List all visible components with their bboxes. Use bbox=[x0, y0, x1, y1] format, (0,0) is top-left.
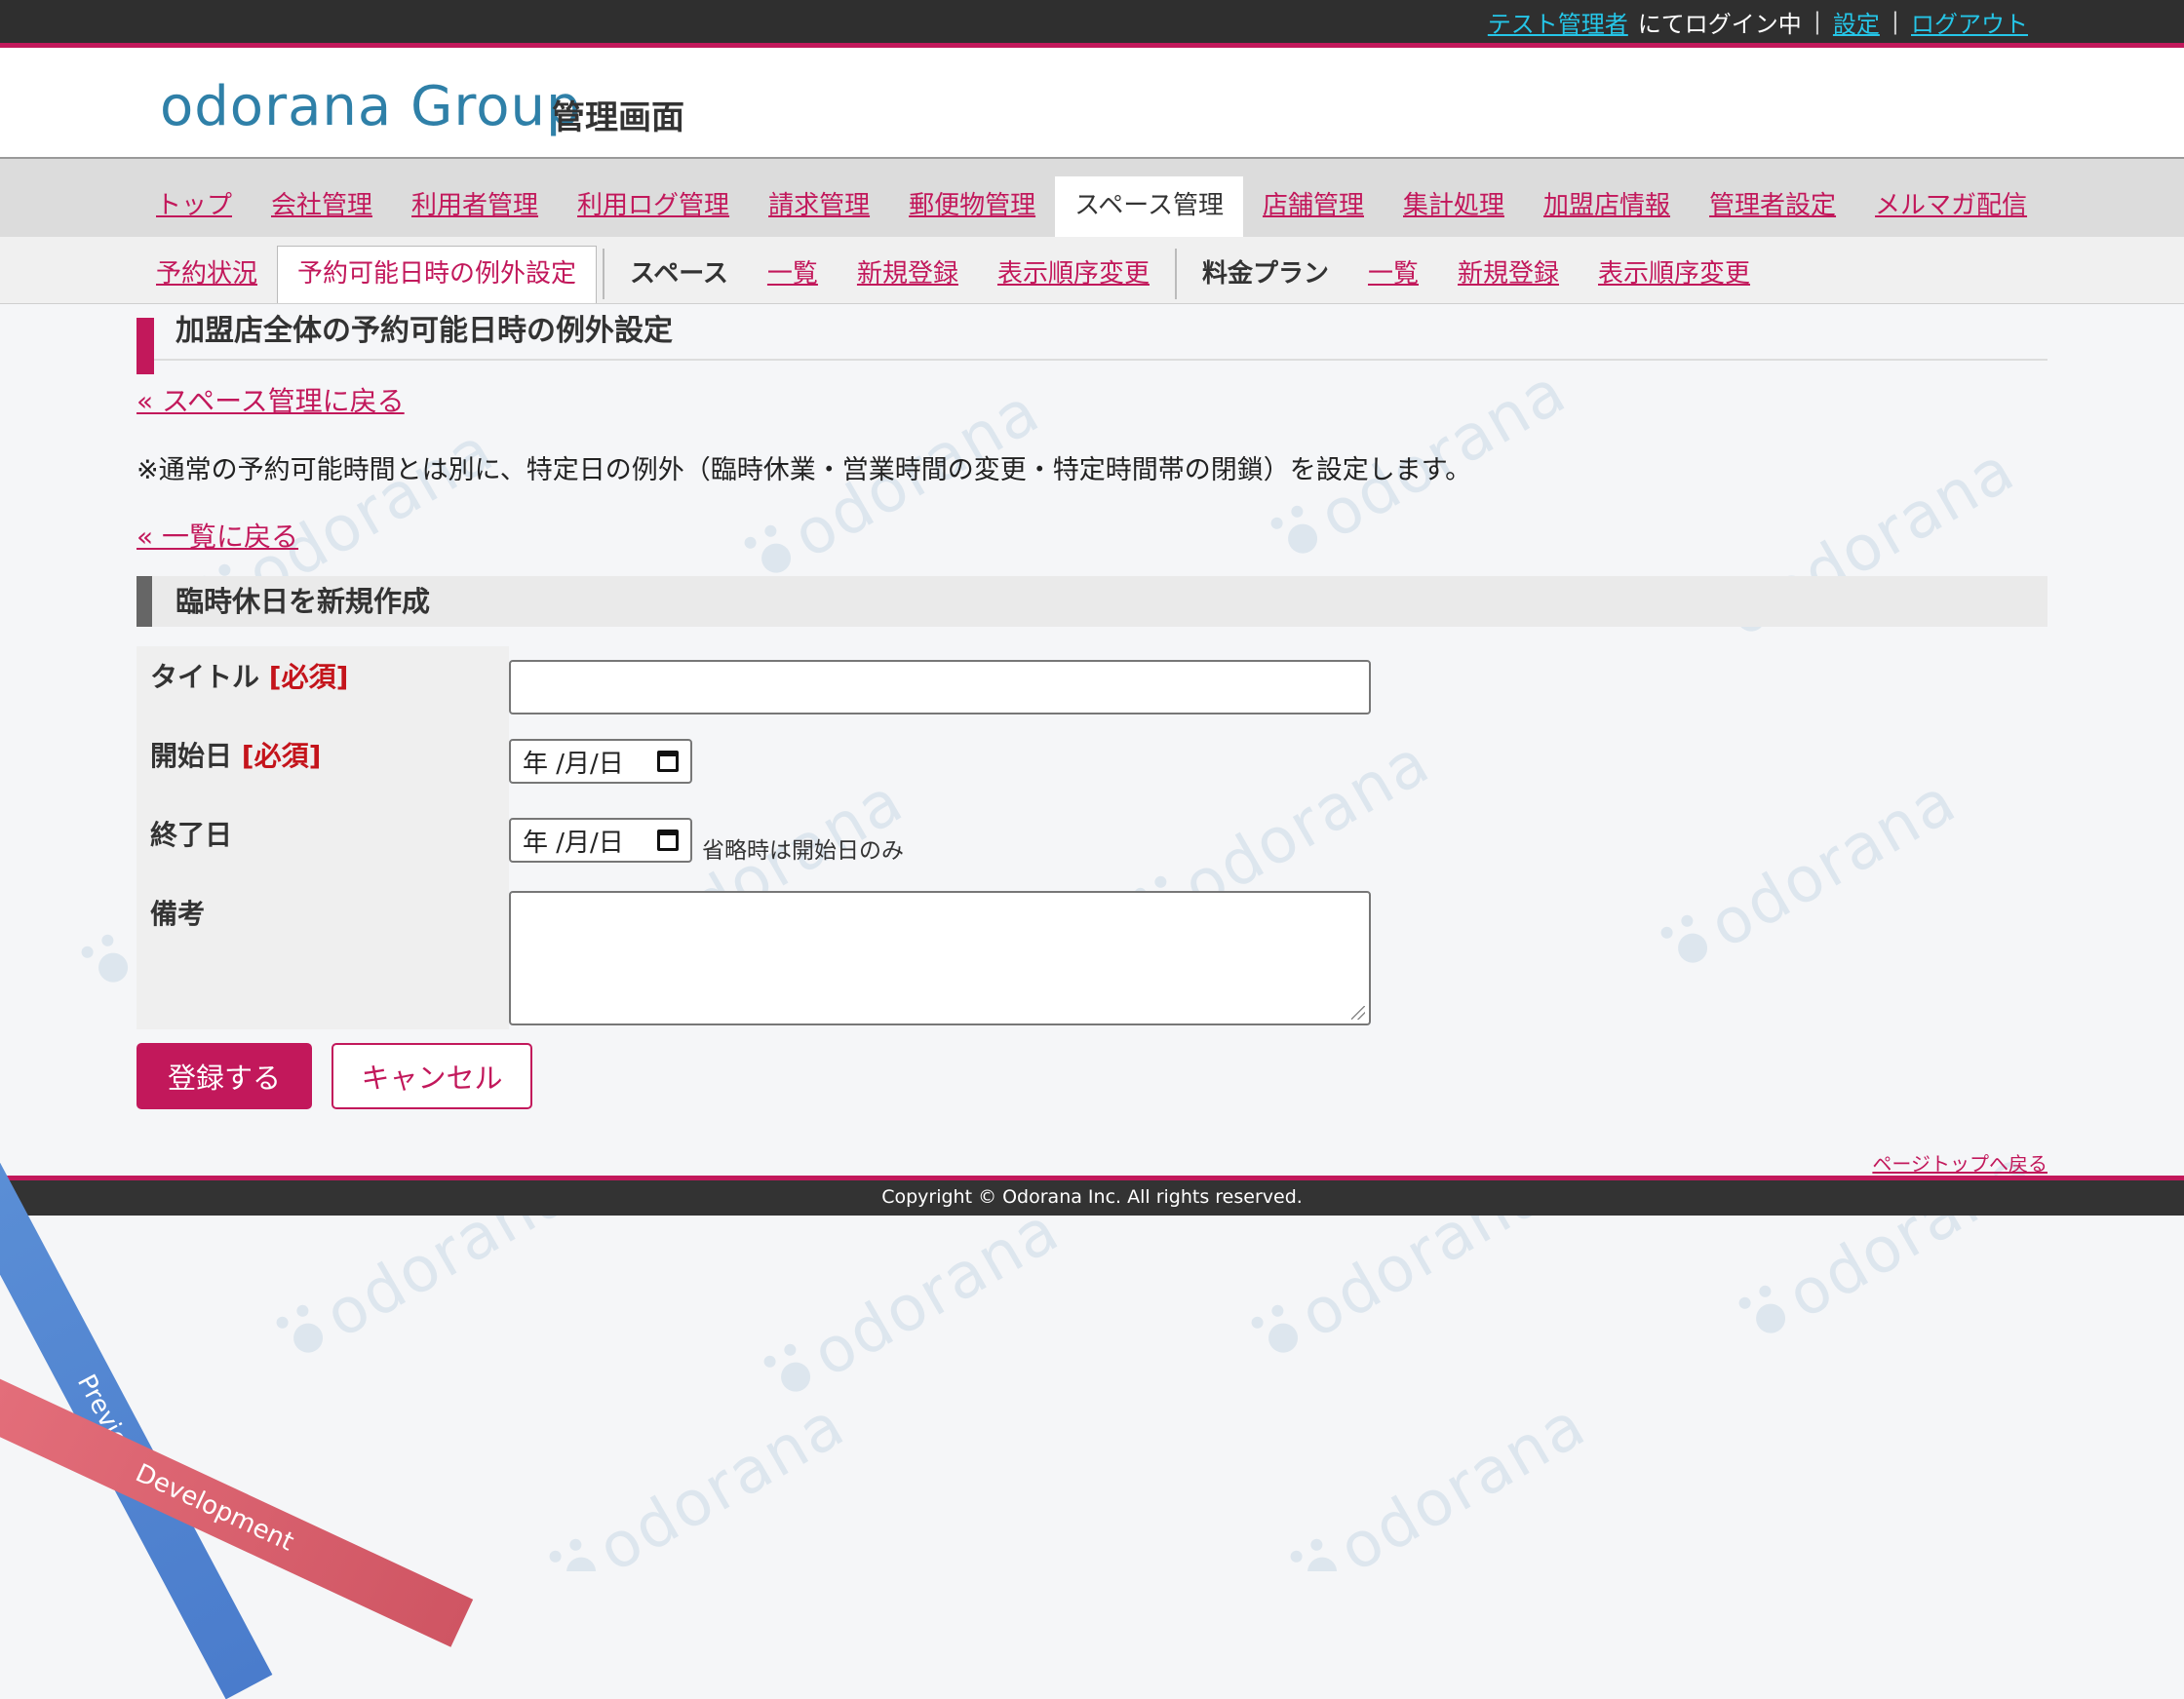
title-input[interactable] bbox=[509, 660, 1371, 714]
title-label: タイトル [必須] bbox=[136, 646, 509, 725]
end-date-placeholder: 年 /月/日 bbox=[523, 828, 624, 858]
subnav-space-list[interactable]: 一覧 bbox=[748, 254, 838, 303]
subnav-plan-order[interactable]: 表示順序変更 bbox=[1579, 254, 1770, 303]
divider bbox=[603, 249, 605, 299]
start-date-label: 開始日 [必須] bbox=[136, 725, 509, 804]
title-label-text: タイトル bbox=[150, 661, 260, 693]
start-date-input[interactable]: 年 /月/日 bbox=[509, 739, 692, 784]
sub-nav: 予約状況 予約可能日時の例外設定 スペース 一覧 新規登録 表示順序変更 料金プ… bbox=[0, 237, 2184, 304]
subnav-plan-list[interactable]: 一覧 bbox=[1348, 254, 1438, 303]
main-nav: トップ 会社管理 利用者管理 利用ログ管理 請求管理 郵便物管理 スペース管理 … bbox=[0, 159, 2184, 237]
copyright: Copyright © Odorana Inc. All rights rese… bbox=[881, 1186, 1303, 1208]
create-holiday-form: タイトル [必須] 開始日 [必須] 終了日 備考 年 /月/日 年 /月/日 … bbox=[136, 646, 2048, 1029]
calendar-icon[interactable] bbox=[657, 830, 679, 851]
top-bar: テスト管理者 にてログイン中 | 設定 | ログアウト bbox=[0, 0, 2184, 48]
paw-icon bbox=[1263, 1318, 1304, 1359]
nav-admin-settings[interactable]: 管理者設定 bbox=[1690, 186, 1855, 237]
start-label-text: 開始日 bbox=[150, 740, 233, 772]
form-buttons: 登録する キャンセル bbox=[136, 1043, 2048, 1109]
page-title: 加盟店全体の予約可能日時の例外設定 bbox=[136, 302, 2048, 374]
nav-top[interactable]: トップ bbox=[136, 186, 252, 237]
nav-mail[interactable]: 郵便物管理 bbox=[889, 186, 1055, 237]
start-date-row: 年 /月/日 bbox=[509, 725, 2048, 804]
paw-icon bbox=[561, 1552, 602, 1571]
description-note: ※通常の予約可能時間とは別に、特定日の例外（臨時休業・営業時間の変更・特定時間帯… bbox=[136, 455, 1472, 485]
separator: | bbox=[1813, 8, 1821, 35]
section-title: 臨時休日を新規作成 bbox=[136, 576, 2048, 627]
nav-billing[interactable]: 請求管理 bbox=[749, 186, 889, 237]
divider bbox=[1174, 249, 1177, 299]
cancel-button[interactable]: キャンセル bbox=[332, 1043, 532, 1109]
paw-icon bbox=[288, 1318, 329, 1359]
footer: Copyright © Odorana Inc. All rights rese… bbox=[0, 1176, 2184, 1216]
logged-in-text: にてログイン中 bbox=[1637, 10, 1802, 38]
watermark: odorana bbox=[763, 1193, 1072, 1412]
settings-link[interactable]: 設定 bbox=[1833, 5, 1880, 39]
nav-member-info[interactable]: 加盟店情報 bbox=[1524, 186, 1690, 237]
logo[interactable]: odorana Group bbox=[160, 75, 582, 138]
required-badge: [必須] bbox=[241, 740, 322, 772]
subnav-space-label: スペース bbox=[630, 259, 728, 289]
user-link[interactable]: テスト管理者 bbox=[1488, 5, 1628, 39]
calendar-icon[interactable] bbox=[657, 751, 679, 772]
end-date-row: 年 /月/日 省略時は開始日のみ bbox=[509, 804, 2048, 883]
subnav-plan-label: 料金プラン bbox=[1201, 259, 1329, 289]
site-header: odorana Group 管理画面 bbox=[0, 48, 2184, 159]
nav-usage-log[interactable]: 利用ログ管理 bbox=[558, 186, 749, 237]
main-content: 加盟店全体の予約可能日時の例外設定 « スペース管理に戻る ※通常の予約可能時間… bbox=[136, 302, 2048, 1109]
admin-page: テスト管理者 にてログイン中 | 設定 | ログアウト odorana Grou… bbox=[0, 0, 2184, 1218]
end-date-input[interactable]: 年 /月/日 bbox=[509, 818, 692, 863]
form-labels: タイトル [必須] 開始日 [必須] 終了日 備考 bbox=[136, 646, 509, 1029]
header-subtitle: 管理画面 bbox=[552, 98, 684, 137]
title-row bbox=[509, 646, 2048, 725]
paw-icon bbox=[1302, 1552, 1343, 1571]
paw-icon bbox=[775, 1357, 816, 1398]
memo-textarea[interactable] bbox=[509, 891, 1371, 1025]
development-ribbon: Development bbox=[0, 1369, 474, 1647]
subnav-space-new[interactable]: 新規登録 bbox=[838, 254, 978, 303]
form-fields: 年 /月/日 年 /月/日 省略時は開始日のみ bbox=[509, 646, 2048, 1029]
required-badge: [必須] bbox=[268, 661, 349, 693]
nav-users[interactable]: 利用者管理 bbox=[392, 186, 558, 237]
memo-label: 備考 bbox=[150, 898, 206, 930]
nav-company[interactable]: 会社管理 bbox=[252, 186, 392, 237]
separator: | bbox=[1891, 8, 1899, 35]
end-date-label: 終了日 bbox=[150, 819, 233, 851]
start-date-placeholder: 年 /月/日 bbox=[523, 749, 624, 779]
watermark: odorana bbox=[1290, 1388, 1598, 1571]
logout-link[interactable]: ログアウト bbox=[1911, 5, 2028, 39]
nav-stores[interactable]: 店舗管理 bbox=[1243, 186, 1384, 237]
back-to-list-link[interactable]: « 一覧に戻る bbox=[136, 516, 2048, 555]
end-date-hint: 省略時は開始日のみ bbox=[702, 838, 904, 864]
nav-newsletter[interactable]: メルマガ配信 bbox=[1855, 186, 2047, 237]
submit-button[interactable]: 登録する bbox=[136, 1043, 312, 1109]
subnav-exception-settings[interactable]: 予約可能日時の例外設定 bbox=[277, 246, 598, 303]
paw-icon bbox=[1750, 1298, 1791, 1339]
subnav-plan-new[interactable]: 新規登録 bbox=[1438, 254, 1579, 303]
memo-row bbox=[509, 883, 2048, 1029]
watermark: odorana bbox=[549, 1388, 857, 1571]
nav-aggregate[interactable]: 集計処理 bbox=[1384, 186, 1524, 237]
subnav-space-order[interactable]: 表示順序変更 bbox=[978, 254, 1169, 303]
back-to-space-link[interactable]: « スペース管理に戻る bbox=[136, 380, 2048, 419]
subnav-reservation-status[interactable]: 予約状況 bbox=[136, 254, 277, 303]
page-top-link[interactable]: ページトップへ戻る bbox=[1872, 1148, 2048, 1177]
nav-space[interactable]: スペース管理 bbox=[1055, 176, 1243, 237]
resize-handle-icon[interactable] bbox=[1351, 1006, 1365, 1020]
